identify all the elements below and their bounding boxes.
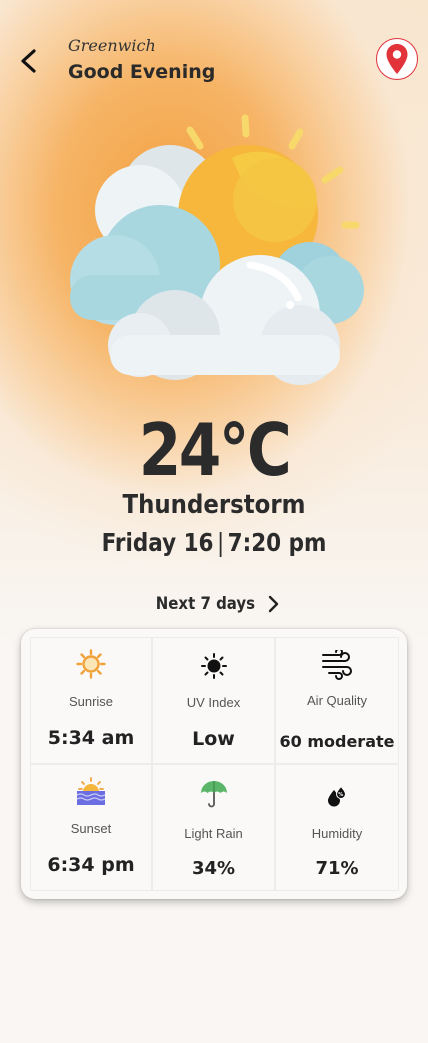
weather-stats-card: Sunrise 5:34 am UV Index Low Air Quality…: [21, 629, 407, 899]
next-7-days-link[interactable]: Next 7 days: [0, 594, 428, 614]
umbrella-icon: [200, 781, 227, 808]
date-time: Friday 16 | 7:20 pm: [30, 528, 398, 557]
stat-sunset: Sunset 6:34 pm: [30, 764, 152, 891]
stat-air-quality: Air Quality 60 moderate: [275, 637, 399, 764]
current-day: Friday 16: [101, 528, 214, 557]
partly-cloudy-icon: [70, 114, 364, 385]
stat-label: Humidity: [311, 826, 363, 841]
chevron-right-icon: [269, 595, 279, 613]
uv-sun-icon: [200, 653, 227, 679]
city-name: Greenwich: [68, 36, 156, 55]
greeting-text: Good Evening: [68, 61, 216, 83]
date-separator: |: [216, 528, 225, 557]
stat-uv-index: UV Index Low: [152, 637, 275, 764]
current-time: 7:20 pm: [227, 528, 327, 557]
stat-value: 5:34 am: [47, 727, 135, 749]
stat-label: Sunrise: [68, 694, 114, 709]
stat-label: UV Index: [186, 695, 241, 710]
weather-condition: Thunderstorm: [122, 490, 306, 520]
stat-sunrise: Sunrise 5:34 am: [30, 637, 152, 764]
svg-text:%: %: [338, 792, 343, 798]
stat-light-rain: Light Rain 34%: [152, 764, 275, 891]
stat-value: 34%: [191, 858, 236, 879]
stat-value: 71%: [315, 858, 359, 879]
stat-humidity: % Humidity 71%: [275, 764, 399, 891]
wind-icon: [322, 650, 352, 680]
stat-label: Air Quality: [307, 693, 367, 708]
location-pin-icon: [386, 44, 408, 74]
stat-value: 6:34 pm: [47, 854, 135, 876]
humidity-drops-icon: %: [328, 785, 347, 807]
chevron-left-icon: [21, 49, 36, 73]
app-header: Greenwich Good Evening: [0, 0, 428, 100]
stat-label: Light Rain: [184, 826, 243, 841]
stat-value: 60 moderate: [279, 732, 395, 751]
current-temperature: 24°C: [138, 408, 292, 492]
location-button[interactable]: [376, 38, 418, 80]
sunrise-icon: [76, 649, 106, 679]
weather-illustration: [60, 110, 370, 385]
next-7-days-label: Next 7 days: [155, 594, 255, 614]
stat-value: Low: [192, 728, 235, 750]
stat-label: Sunset: [70, 821, 112, 836]
sunset-icon: [76, 777, 106, 805]
back-button[interactable]: [14, 45, 44, 77]
